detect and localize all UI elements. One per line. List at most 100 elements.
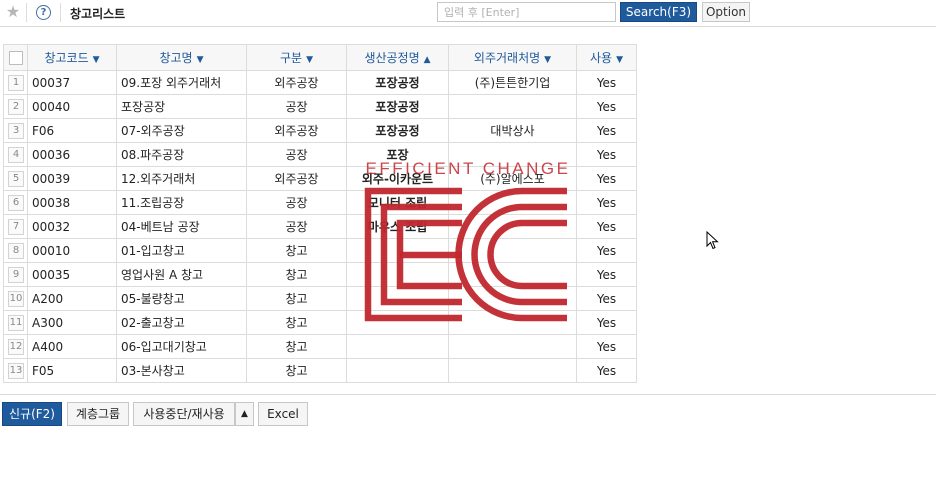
column-header-process[interactable]: 생산공정명 ▲ [346,44,449,71]
suspend-reuse-button[interactable]: 사용중단/재사용 [133,402,235,426]
row-number: 12 [8,339,24,355]
column-header-type[interactable]: 구분 ▼ [246,44,347,71]
row-number: 2 [8,99,24,115]
cell-process: 포장공정 [346,118,449,143]
search-button[interactable]: Search(F3) [620,2,697,22]
cell-use: Yes [576,70,637,95]
select-all-checkbox-cell[interactable] [3,44,28,71]
table-row[interactable]: 8 00010 01-입고창고 창고 Yes [3,238,637,263]
star-icon[interactable]: ★ [3,2,23,22]
cell-type: 창고 [246,238,347,263]
cell-use: Yes [576,262,637,287]
table-row[interactable]: 7 00032 04-베트남 공장 공장 마우스 조립 Yes [3,214,637,239]
cell-process [346,262,449,287]
column-header-use[interactable]: 사용 ▼ [576,44,637,71]
cell-type: 창고 [246,310,347,335]
table-row[interactable]: 13 F05 03-본사창고 창고 Yes [3,358,637,383]
row-number: 5 [8,171,24,187]
row-number-cell[interactable]: 6 [3,190,28,215]
new-button[interactable]: 신규(F2) [2,402,62,426]
cell-code[interactable]: 00032 [27,214,117,239]
cell-name[interactable]: 07-외주공장 [116,118,247,143]
table-row[interactable]: 3 F06 07-외주공장 외주공장 포장공정 대박상사 Yes [3,118,637,143]
cell-vendor [448,286,577,311]
cell-type: 외주공장 [246,118,347,143]
table-row[interactable]: 12 A400 06-입고대기창고 창고 Yes [3,334,637,359]
row-number-cell[interactable]: 8 [3,238,28,263]
cell-name[interactable]: 01-입고창고 [116,238,247,263]
cell-type: 외주공장 [246,70,347,95]
column-header-name[interactable]: 창고명 ▼ [116,44,247,71]
row-number-cell[interactable]: 12 [3,334,28,359]
cell-code[interactable]: 00038 [27,190,117,215]
cell-process: 외주-이카운트 [346,166,449,191]
cell-process: 포장 [346,142,449,167]
cell-code[interactable]: 00035 [27,262,117,287]
sort-up-icon: ▲ [423,55,431,65]
table-row[interactable]: 11 A300 02-출고창고 창고 Yes [3,310,637,335]
row-number-cell[interactable]: 1 [3,70,28,95]
cell-vendor: (주)튼튼한기업 [448,70,577,95]
cell-name[interactable]: 02-출고창고 [116,310,247,335]
table-row[interactable]: 2 00040 포장공장 공장 포장공정 Yes [3,94,637,119]
cell-use: Yes [576,190,637,215]
table-row[interactable]: 6 00038 11.조립공장 공장 모니터 조립 Yes [3,190,637,215]
table-row[interactable]: 5 00039 12.외주거래처 외주공장 외주-이카운트 (주)알에스포 Yes [3,166,637,191]
cell-code[interactable]: 00037 [27,70,117,95]
cell-name[interactable]: 포장공장 [116,94,247,119]
cell-code[interactable]: A300 [27,310,117,335]
cell-name[interactable]: 06-입고대기창고 [116,334,247,359]
table-row[interactable]: 4 00036 08.파주공장 공장 포장 Yes [3,142,637,167]
toolbar-divider [26,3,27,22]
cell-code[interactable]: 00039 [27,166,117,191]
row-number-cell[interactable]: 2 [3,94,28,119]
help-circle-icon[interactable]: ? [36,5,51,20]
row-number-cell[interactable]: 11 [3,310,28,335]
cell-name[interactable]: 04-베트남 공장 [116,214,247,239]
row-number: 7 [8,219,24,235]
warehouse-table: 창고코드 ▼ 창고명 ▼ 구분 ▼ 생산공정명 ▲ 외주거래처명 ▼ 사용 ▼ 1 00037… [3,44,637,383]
cell-use: Yes [576,286,637,311]
cell-use: Yes [576,310,637,335]
cell-code[interactable]: F05 [27,358,117,383]
column-header-vendor[interactable]: 외주거래처명 ▼ [448,44,577,71]
row-number-cell[interactable]: 4 [3,142,28,167]
cell-code[interactable]: 00040 [27,94,117,119]
row-number-cell[interactable]: 5 [3,166,28,191]
cell-type: 외주공장 [246,166,347,191]
cell-use: Yes [576,142,637,167]
cell-code[interactable]: A200 [27,286,117,311]
column-header-code[interactable]: 창고코드 ▼ [27,44,117,71]
caret-up-icon[interactable]: ▲ [235,402,254,426]
cell-code[interactable]: 00036 [27,142,117,167]
cell-name[interactable]: 03-본사창고 [116,358,247,383]
cell-code[interactable]: 00010 [27,238,117,263]
option-button[interactable]: Option [702,2,750,22]
row-number-cell[interactable]: 13 [3,358,28,383]
sort-down-icon: ▼ [306,55,313,65]
cell-name[interactable]: 08.파주공장 [116,142,247,167]
cell-name[interactable]: 영업사원 A 창고 [116,262,247,287]
cell-process [346,286,449,311]
table-row[interactable]: 9 00035 영업사원 A 창고 창고 Yes [3,262,637,287]
table-row[interactable]: 1 00037 09.포장 외주거래처 외주공장 포장공정 (주)튼튼한기업 Yes [3,70,637,95]
row-number-cell[interactable]: 10 [3,286,28,311]
hierarchy-group-button[interactable]: 계층그룹 [67,402,129,426]
cell-name[interactable]: 09.포장 외주거래처 [116,70,247,95]
table-row[interactable]: 10 A200 05-불량창고 창고 Yes [3,286,637,311]
search-input[interactable] [437,2,616,22]
cell-name[interactable]: 11.조립공장 [116,190,247,215]
row-number-cell[interactable]: 3 [3,118,28,143]
cell-name[interactable]: 05-불량창고 [116,286,247,311]
cell-code[interactable]: A400 [27,334,117,359]
cell-name[interactable]: 12.외주거래처 [116,166,247,191]
select-all-checkbox[interactable] [8,50,23,65]
excel-button[interactable]: Excel [258,402,308,426]
cell-code[interactable]: F06 [27,118,117,143]
row-number-cell[interactable]: 7 [3,214,28,239]
row-number-cell[interactable]: 9 [3,262,28,287]
cell-type: 창고 [246,262,347,287]
cell-use: Yes [576,358,637,383]
cell-process [346,358,449,383]
cell-process: 모니터 조립 [346,190,449,215]
